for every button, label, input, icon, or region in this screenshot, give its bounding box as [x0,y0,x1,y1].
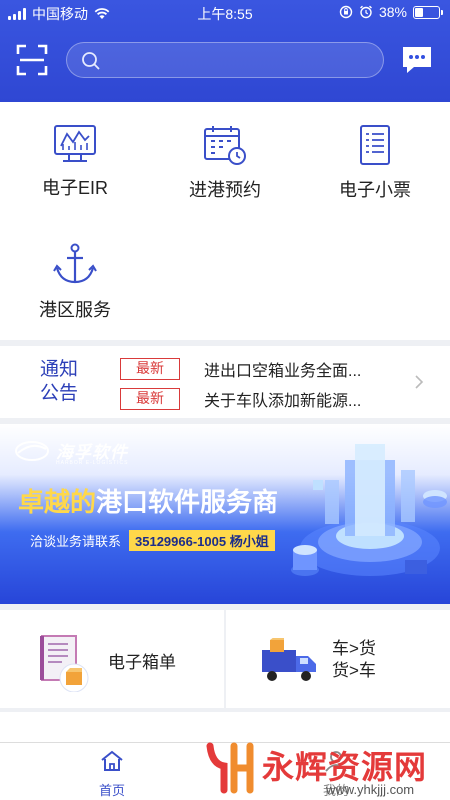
search-bar[interactable] [66,42,384,78]
promo-banner[interactable]: 海孚软件 HARBOR E-LOGISTICS 卓越的港口软件服务商 洽谈业务请… [0,424,450,604]
notice-section[interactable]: 通知公告 最新 进出口空箱业务全面... 最新 关于车队添加新能源... [0,346,450,418]
app-header: 中国移动 上午8:55 38% [0,0,450,102]
new-badge: 最新 [120,358,180,380]
search-icon [82,52,100,70]
slogan-highlight: 卓越的 [18,487,97,517]
grid-item-label: 港区服务 [39,300,111,320]
message-icon[interactable] [400,44,434,76]
grid-item-port-service[interactable]: 港区服务 [0,242,150,352]
truck-cargo-icon [262,638,316,681]
scan-icon[interactable] [16,44,48,76]
battery-percent: 38% [378,4,407,20]
notice-item[interactable]: 最新 进出口空箱业务全面... [120,357,361,381]
logo-subtext: HARBOR E-LOGISTICS [56,460,129,466]
new-badge: 最新 [120,388,180,410]
grid-item-e-ticket[interactable]: 电子小票 [300,124,450,234]
notice-title: 通知公告 [40,359,79,404]
rotation-lock-icon [339,5,353,19]
anchor-icon [53,243,97,284]
contact-phone: 35129966-1005 杨小姐 [129,530,275,551]
card-label-line: 货>车 [332,661,376,680]
watermark-logo [206,742,254,794]
chevron-right-icon[interactable] [414,374,424,390]
banner-contact: 洽谈业务请联系 35129966-1005 杨小姐 [30,530,275,551]
tab-home[interactable]: 首页 [82,749,142,799]
calendar-clock-icon [204,126,246,165]
tech-platform-illustration [291,444,447,576]
logo-mark-icon [15,440,49,461]
chart-monitor-icon [54,125,96,162]
search-input[interactable] [109,43,369,77]
home-icon [101,750,123,771]
card-label: 电子箱单 [108,653,176,672]
contact-label: 洽谈业务请联系 [30,534,122,549]
slogan-rest: 港口软件服务商 [96,487,279,517]
card-truck-cargo[interactable]: 车>货 货>车 [226,610,450,708]
status-bar: 中国移动 上午8:55 38% [0,0,450,26]
grid-item-label: 电子EIR [41,178,108,198]
card-e-manifest[interactable]: 电子箱单 [0,610,224,708]
more-cards-row [0,712,450,742]
notice-item-text: 进出口空箱业务全面... [204,363,362,380]
grid-item-eir[interactable]: 电子EIR [0,124,150,234]
alarm-icon [360,5,372,19]
function-grid: 电子EIR 进港预约 电子小票 港区服务 [0,102,450,340]
document-list-icon [360,125,390,165]
banner-slogan: 卓越的港口软件服务商 [18,482,278,519]
tab-label: 首页 [98,783,125,798]
card-label-lines: 车>货 货>车 [332,638,376,682]
card-label-line: 车>货 [332,639,376,658]
grid-item-label: 电子小票 [339,180,411,200]
grid-item-port-booking[interactable]: 进港预约 [150,124,300,234]
service-cards: 电子箱单 车>货 货>车 [0,610,450,710]
watermark-url: www.yhkjjj.com [326,782,415,797]
document-box-icon [40,635,89,692]
watermark-overlay: 永辉资源网 www.yhkjjj.com [196,740,450,800]
grid-item-label: 进港预约 [189,180,261,200]
battery-icon [413,5,443,19]
notice-item-text: 关于车队添加新能源... [204,393,362,410]
notice-item[interactable]: 最新 关于车队添加新能源... [120,387,361,411]
